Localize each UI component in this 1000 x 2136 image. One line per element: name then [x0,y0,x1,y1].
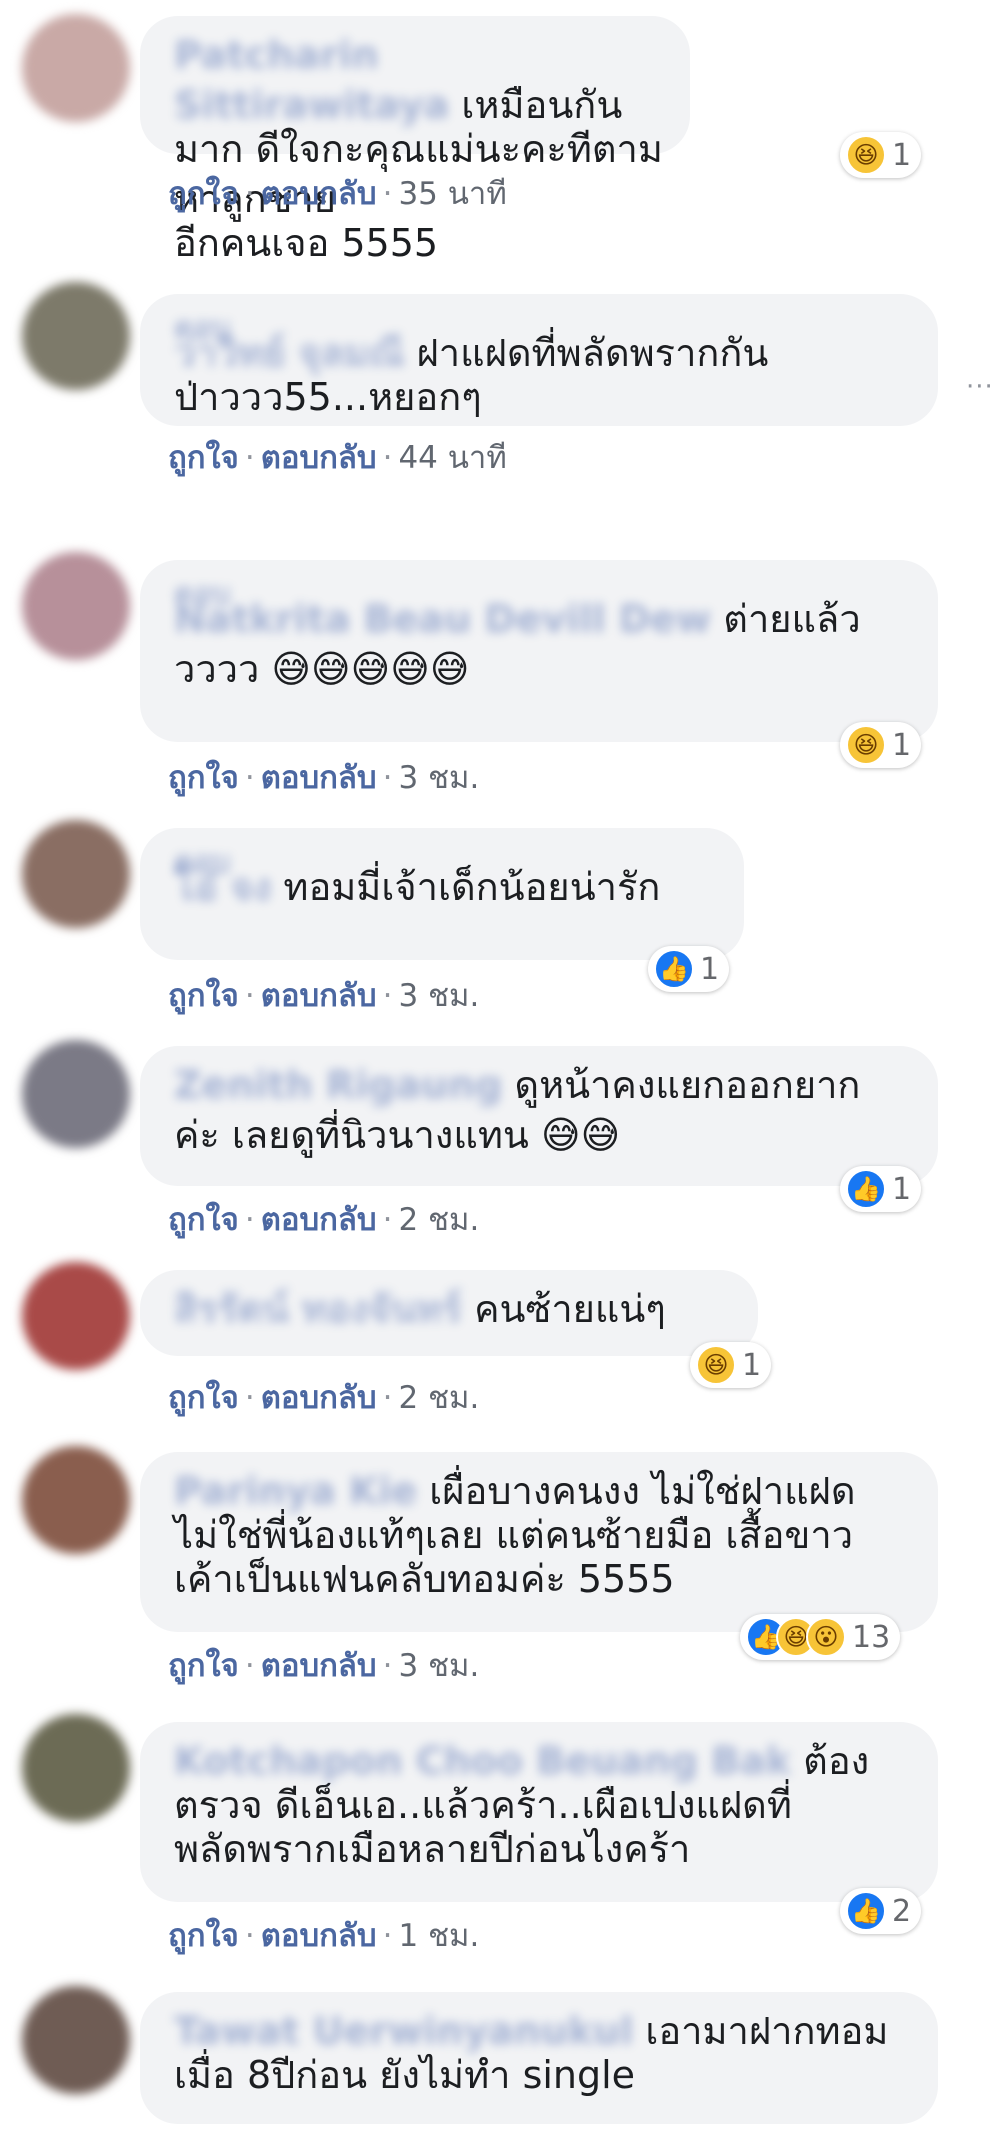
comment-text: เผื่อบางคนงง ไม่ใช่ฝาแฝด [429,1469,856,1513]
like-reaction-icon: 👍 [846,1169,886,1209]
commenter-name[interactable]: สิรรัตน์ ทองจันทร์ [174,1287,462,1331]
reply-context: ตอบ [174,845,231,880]
laugh-reaction-icon: 😆 [846,725,886,765]
timestamp[interactable]: 3 ชม. [398,978,479,1014]
like-link[interactable]: ถูกใจ [168,1648,239,1684]
avatar[interactable] [22,1714,130,1822]
comment-text: ค่ะ เลยดูที่นิวนางแทน 😅😅 [174,1113,621,1157]
like-link[interactable]: ถูกใจ [168,1380,239,1416]
laugh-reaction-icon: 😆 [846,135,886,175]
commenter-name[interactable]: ว่าวิทย์ จุลมณี [174,331,404,375]
comment-text: ต้อง [803,1739,870,1783]
comment-bubble: Tawat Uerwinyanukul เอามาฝากทอม เมื่อ 8ป… [140,1992,938,2124]
reaction-summary[interactable]: 😆 1 [840,722,922,768]
avatar[interactable] [22,1040,130,1148]
comment-text: วววว 😅😅😅😅😅 [174,647,470,691]
timestamp[interactable]: 44 นาที [398,440,506,476]
comment-text: อีกคนเจอ 5555 [174,221,439,265]
comment-text: คนซ้ายแน่ๆ [474,1287,666,1331]
comment-text: เหมือนกัน [461,83,623,127]
commenter-name[interactable]: โอ๋ จง [174,865,271,909]
like-link[interactable]: ถูกใจ [168,760,239,796]
reaction-summary[interactable]: 😆 1 [840,132,922,178]
like-reaction-icon: 👍 [846,1891,886,1931]
reply-link[interactable]: ตอบกลับ [261,978,377,1014]
comment-bubble: Patcharin Sittirawitaya เหมือนกัน มาก ดี… [140,16,690,265]
like-link[interactable]: ถูกใจ [168,1202,239,1238]
like-link[interactable]: ถูกใจ [168,978,239,1014]
comment-text: เมื่อ 8ปีก่อน ยังไม่ทำ single [174,2053,636,2097]
comment-bubble: ตอบ ว่าวิทย์ จุลมณี ฝาแฝดที่พลัดพรากกัน … [140,294,938,426]
reply-link[interactable]: ตอบกลับ [261,1202,377,1238]
avatar[interactable] [22,282,130,390]
comment-bubble: Zenith Rigaung ดูหน้าคงแยกออกยาก ค่ะ เลย… [140,1046,938,1186]
like-link[interactable]: ถูกใจ [168,1918,239,1954]
commenter-name[interactable]: Tawat Uerwinyanukul [174,2009,633,2053]
avatar[interactable] [22,1262,130,1370]
reply-link[interactable]: ตอบกลับ [261,176,377,212]
more-options-icon[interactable]: ··· [966,372,994,402]
timestamp[interactable]: 3 ชม. [398,1648,479,1684]
reaction-summary[interactable]: 👍 😆 😮 13 [740,1614,901,1660]
timestamp[interactable]: 3 ชม. [398,760,479,796]
comment-actions: ถูกใจ · ตอบกลับ · 3 ชม. [168,978,480,1014]
comment-text: เค้าเป็นแฟนคลับทอมค่ะ 5555 [174,1557,675,1601]
reply-context: ตอบ [174,311,231,346]
like-link[interactable]: ถูกใจ [168,176,239,212]
reply-link[interactable]: ตอบกลับ [261,1648,377,1684]
comment-text: ป่าววว55...หยอกๆ [174,375,482,419]
reply-link[interactable]: ตอบกลับ [261,1918,377,1954]
avatar[interactable] [22,820,130,928]
comment-actions: ถูกใจ · ตอบกลับ · 35 นาที [168,176,507,212]
reaction-summary[interactable]: 😆 1 [690,1342,772,1388]
commenter-name[interactable]: Zenith Rigaung [174,1063,502,1107]
comment-bubble: ตอบ Natkrita Beau Devill Dew ต่ายแล้ว วว… [140,560,938,742]
comment-actions: ถูกใจ · ตอบกลับ · 2 ชม. [168,1380,480,1416]
like-reaction-icon: 👍 [654,949,694,989]
reply-link[interactable]: ตอบกลับ [261,440,377,476]
comment-text: พลัดพรากเมือหลายปีก่อนไงคร้า [174,1827,691,1871]
reply-link[interactable]: ตอบกลับ [261,760,377,796]
comment-text: ทอมมี่เจ้าเด็กน้อยน่ารัก [283,865,661,909]
reaction-summary[interactable]: 👍 1 [840,1166,922,1212]
commenter-name[interactable]: Natkrita Beau Devill Dew [174,597,711,641]
like-link[interactable]: ถูกใจ [168,440,239,476]
avatar[interactable] [22,1446,130,1554]
comment-text: ดูหน้าคงแยกออกยาก [514,1063,861,1107]
comment-text: เอามาฝากทอม [645,2009,889,2053]
avatar[interactable] [22,14,130,122]
commenter-name[interactable]: Kotchapon Choo Beuang Bak [174,1739,791,1783]
comment-actions: ถูกใจ · ตอบกลับ · 44 นาที [168,440,507,476]
commenter-name[interactable]: Patcharin Sittirawitaya [174,33,449,127]
comment-text: ไม่ใช่พี่น้องแท้ๆเลย แต่คนซ้ายมือ เสื้อข… [174,1513,854,1557]
laugh-reaction-icon: 😆 [696,1345,736,1385]
comment-bubble: ตอบ โอ๋ จง ทอมมี่เจ้าเด็กน้อยน่ารัก [140,828,744,960]
timestamp[interactable]: 35 นาที [398,176,506,212]
reaction-summary[interactable]: 👍 1 [648,946,730,992]
timestamp[interactable]: 2 ชม. [398,1202,479,1238]
timestamp[interactable]: 2 ชม. [398,1380,479,1416]
reply-link[interactable]: ตอบกลับ [261,1380,377,1416]
comment-text: ต่ายแล้ว [723,597,861,641]
comment-actions: ถูกใจ · ตอบกลับ · 1 ชม. [168,1918,480,1954]
comment-actions: ถูกใจ · ตอบกลับ · 3 ชม. [168,1648,480,1684]
reaction-summary[interactable]: 👍 2 [840,1888,922,1934]
avatar[interactable] [22,552,130,660]
comment-bubble: สิรรัตน์ ทองจันทร์ คนซ้ายแน่ๆ [140,1270,758,1356]
commenter-name[interactable]: Parinya Kie [174,1469,417,1513]
comment-actions: ถูกใจ · ตอบกลับ · 2 ชม. [168,1202,480,1238]
comment-bubble: Parinya Kie เผื่อบางคนงง ไม่ใช่ฝาแฝด ไม่… [140,1452,938,1632]
avatar[interactable] [22,1986,130,2094]
wow-reaction-icon: 😮 [806,1617,846,1657]
comment-text: ตรวจ ดีเอ็นเอ..แล้วคร้า..เผือเปงแฝดที่ [174,1783,792,1827]
comment-text: ฝาแฝดที่พลัดพรากกัน [416,331,769,375]
comment-bubble: Kotchapon Choo Beuang Bak ต้อง ตรวจ ดีเอ… [140,1722,938,1902]
reply-context: ตอบ [174,577,231,612]
comment-actions: ถูกใจ · ตอบกลับ · 3 ชม. [168,760,480,796]
timestamp[interactable]: 1 ชม. [398,1918,479,1954]
